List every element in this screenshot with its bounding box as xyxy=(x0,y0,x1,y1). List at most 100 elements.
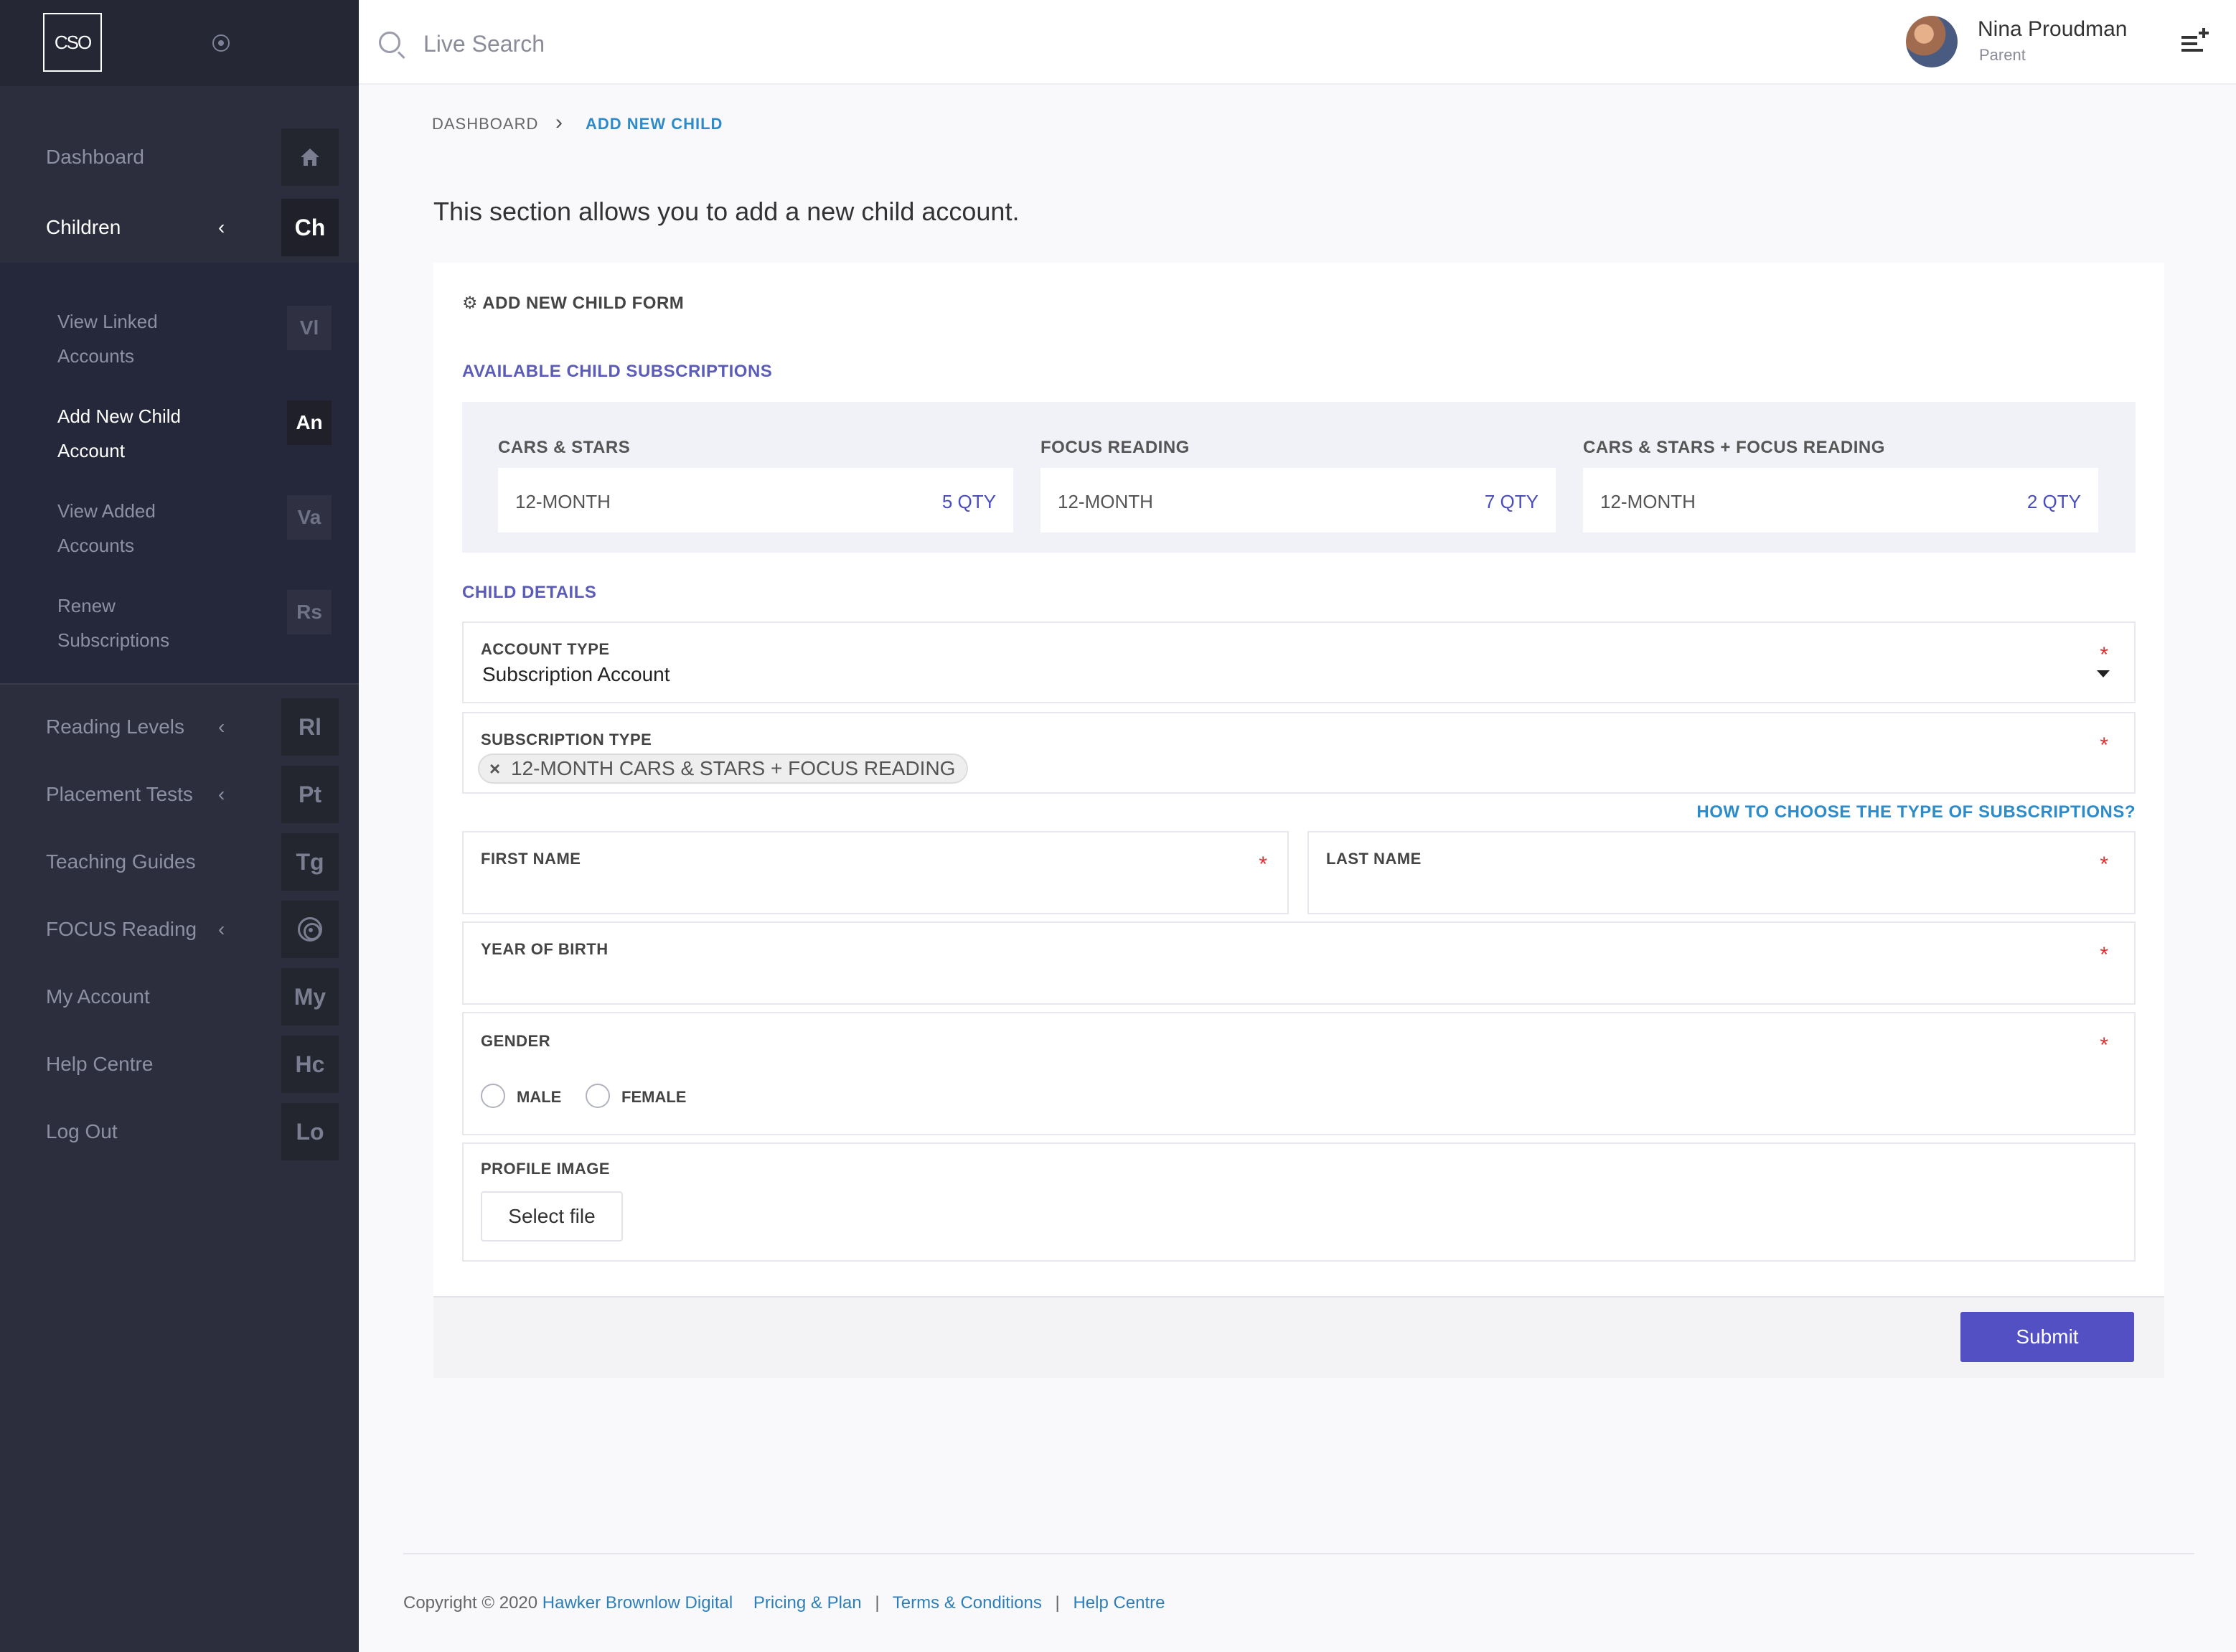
sidebar-item-placement-tests[interactable]: Placement Tests ‹ Pt xyxy=(0,761,359,828)
required-marker: * xyxy=(2100,943,2108,967)
user-name[interactable]: Nina Proudman xyxy=(1978,17,2127,42)
sidebar-subitem-label: Renew Subscriptions xyxy=(57,595,170,651)
subscription-help-link[interactable]: HOW TO CHOOSE THE TYPE OF SUBSCRIPTIONS? xyxy=(1696,802,2136,822)
subscription-name: FOCUS READING xyxy=(1041,438,1190,457)
gear-icon: ⚙ xyxy=(462,294,479,313)
children-submenu: View Linked Accounts Vl Add New Child Ac… xyxy=(0,263,359,683)
subscription-type-select[interactable]: SUBSCRIPTION TYPE * × 12-MONTH CARS & ST… xyxy=(462,712,2136,794)
sidebar-item-focus-reading[interactable]: FOCUS Reading ‹ xyxy=(0,896,359,963)
sidebar-subitem-abbr: Rs xyxy=(287,590,332,634)
caret-down-icon xyxy=(2097,670,2110,677)
required-marker: * xyxy=(2100,853,2108,876)
subscription-term: 12-MONTH xyxy=(1600,491,1696,512)
subscription-qty: 5 QTY xyxy=(941,491,996,512)
chevron-right-icon: › xyxy=(555,111,563,134)
first-name-label: FIRST NAME xyxy=(481,850,581,868)
account-type-label: ACCOUNT TYPE xyxy=(481,640,610,658)
chevron-left-icon: ‹ xyxy=(218,715,225,738)
page-footer: Copyright © 2020 Hawker Brownlow Digital… xyxy=(403,1593,1165,1613)
sidebar-item-label: Teaching Guides xyxy=(46,850,196,873)
subscriptions-panel: CARS & STARS 12-MONTH 5 QTY FOCUS READIN… xyxy=(462,402,2136,553)
select-file-button[interactable]: Select file xyxy=(481,1191,623,1242)
account-type-select[interactable]: ACCOUNT TYPE * Subscription Account xyxy=(462,621,2136,703)
sidebar-item-dashboard[interactable]: Dashboard xyxy=(0,123,359,191)
required-marker: * xyxy=(2100,733,2108,757)
add-child-form-card: ⚙ ADD NEW CHILD FORM AVAILABLE CHILD SUB… xyxy=(433,263,2164,1378)
help-centre-link[interactable]: Help Centre xyxy=(1073,1593,1165,1613)
sidebar-item-log-out[interactable]: Log Out Lo xyxy=(0,1098,359,1165)
last-name-field[interactable]: LAST NAME * xyxy=(1307,831,2136,914)
required-marker: * xyxy=(2100,1033,2108,1057)
year-of-birth-label: YEAR OF BIRTH xyxy=(481,940,609,958)
subscription-type-tag-label: 12-MONTH CARS & STARS + FOCUS READING xyxy=(511,757,956,779)
form-footer: Submit xyxy=(433,1296,2164,1378)
page-intro: This section allows you to add a new chi… xyxy=(433,197,1020,226)
sidebar-subitem-label: View Linked Accounts xyxy=(57,311,158,367)
sidebar-subitem-view-added-accounts[interactable]: View Added Accounts Va xyxy=(0,479,359,574)
sidebar-subitem-view-linked-accounts[interactable]: View Linked Accounts Vl xyxy=(0,290,359,385)
subscription-qty: 7 QTY xyxy=(1484,491,1539,512)
required-marker: * xyxy=(2100,643,2108,667)
sidebar-subitem-renew-subscriptions[interactable]: Renew Subscriptions Rs xyxy=(0,574,359,669)
profile-image-label: PROFILE IMAGE xyxy=(481,1160,611,1178)
footer-separator: | xyxy=(1055,1593,1060,1613)
subscription-name: CARS & STARS xyxy=(498,438,631,457)
sidebar-item-label: My Account xyxy=(46,985,150,1008)
remove-tag-icon[interactable]: × xyxy=(489,755,500,782)
sidebar-header: CSO xyxy=(0,0,359,86)
sidebar-item-label: Dashboard xyxy=(46,146,144,168)
gender-female-radio[interactable] xyxy=(586,1084,610,1108)
company-link[interactable]: Hawker Brownlow Digital xyxy=(542,1593,733,1613)
sidebar-item-abbr: Rl xyxy=(281,698,339,756)
breadcrumb-current: ADD NEW CHILD xyxy=(586,115,723,133)
gender-male-label[interactable]: MALE xyxy=(517,1088,561,1107)
required-marker: * xyxy=(1259,853,1267,876)
sidebar-item-abbr: My xyxy=(281,968,339,1026)
sidebar-item-abbr: Tg xyxy=(281,833,339,891)
user-role: Parent xyxy=(1979,46,2026,64)
search-input[interactable] xyxy=(423,24,926,63)
pricing-link[interactable]: Pricing & Plan xyxy=(753,1593,862,1613)
subscription-qty: 2 QTY xyxy=(2026,491,2081,512)
last-name-label: LAST NAME xyxy=(1326,850,1422,868)
year-of-birth-field[interactable]: YEAR OF BIRTH * xyxy=(462,921,2136,1005)
sidebar-toggle-icon[interactable] xyxy=(212,34,230,52)
subscription-type-tag: × 12-MONTH CARS & STARS + FOCUS READING xyxy=(478,754,969,784)
sidebar-item-abbr: Ch xyxy=(281,199,339,256)
sidebar-item-my-account[interactable]: My Account My xyxy=(0,963,359,1031)
search-icon[interactable] xyxy=(379,32,400,53)
form-title: ⚙ ADD NEW CHILD FORM xyxy=(462,293,684,314)
sidebar-subitem-abbr: Vl xyxy=(287,306,332,350)
breadcrumb-dashboard[interactable]: DASHBOARD xyxy=(432,115,538,133)
gender-male-radio[interactable] xyxy=(481,1084,505,1108)
sidebar-item-abbr: Pt xyxy=(281,766,339,823)
playlist-add-icon[interactable] xyxy=(2181,28,2209,55)
terms-link[interactable]: Terms & Conditions xyxy=(893,1593,1042,1613)
sidebar-subitem-add-new-child-account[interactable]: Add New Child Account An xyxy=(0,385,359,479)
logo[interactable]: CSO xyxy=(43,13,102,72)
sidebar-item-abbr: Hc xyxy=(281,1036,339,1093)
gender-label: GENDER xyxy=(481,1032,551,1050)
sidebar-item-reading-levels[interactable]: Reading Levels ‹ Rl xyxy=(0,693,359,761)
sidebar-item-label: Log Out xyxy=(46,1120,118,1142)
sidebar-subitem-abbr: Va xyxy=(287,495,332,540)
sidebar-item-abbr: Lo xyxy=(281,1103,339,1160)
sidebar-subitem-abbr: An xyxy=(287,400,332,445)
subscription-card: 12-MONTH 5 QTY xyxy=(498,468,1013,532)
sidebar-item-teaching-guides[interactable]: Teaching Guides Tg xyxy=(0,828,359,896)
sidebar-item-children[interactable]: Children ‹ Ch xyxy=(0,194,359,261)
sidebar-item-label: Help Centre xyxy=(46,1053,154,1075)
sidebar-item-label: Children xyxy=(46,216,121,238)
copyright-text: Copyright © 2020 xyxy=(403,1593,538,1613)
gender-female-label[interactable]: FEMALE xyxy=(621,1088,686,1107)
home-icon xyxy=(281,128,339,186)
first-name-field[interactable]: FIRST NAME * xyxy=(462,831,1289,914)
subscription-card: 12-MONTH 7 QTY xyxy=(1041,468,1556,532)
subscription-card: 12-MONTH 2 QTY xyxy=(1583,468,2098,532)
topbar: Nina Proudman Parent xyxy=(359,0,2236,85)
submit-button[interactable]: Submit xyxy=(1960,1312,2134,1362)
avatar[interactable] xyxy=(1906,16,1958,67)
gender-field: GENDER * MALE FEMALE xyxy=(462,1012,2136,1135)
sidebar-item-help-centre[interactable]: Help Centre Hc xyxy=(0,1031,359,1098)
subscription-term: 12-MONTH xyxy=(1058,491,1153,512)
